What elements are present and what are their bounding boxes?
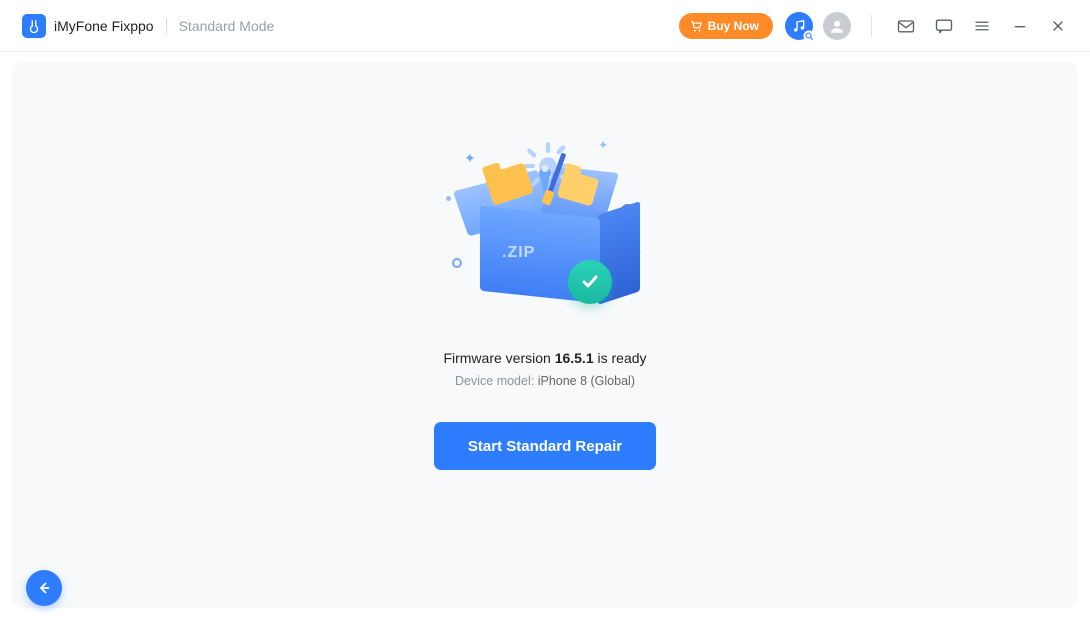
firmware-status-line: Firmware version 16.5.1 is ready bbox=[443, 350, 646, 366]
buy-now-button[interactable]: Buy Now bbox=[679, 13, 773, 39]
toolbar-cluster bbox=[785, 12, 1072, 40]
sparkle-icon: ✦ bbox=[464, 150, 476, 167]
device-model-line: Device model: iPhone 8 (Global) bbox=[455, 374, 635, 388]
app-name: iMyFone Fixppo bbox=[54, 18, 154, 34]
minimize-button[interactable] bbox=[1006, 12, 1034, 40]
content-area: ✦ ✦ ✦ bbox=[0, 52, 1090, 620]
firmware-suffix: is ready bbox=[594, 350, 647, 366]
cart-icon bbox=[689, 19, 703, 33]
check-icon bbox=[578, 270, 602, 294]
user-icon bbox=[828, 17, 846, 35]
toolbar-divider bbox=[871, 15, 872, 37]
search-badge-icon bbox=[803, 30, 815, 42]
title-bar: iMyFone Fixppo Standard Mode Buy Now bbox=[0, 0, 1090, 52]
minimize-icon bbox=[1012, 18, 1028, 34]
chat-icon bbox=[934, 16, 954, 36]
decoration-dot bbox=[446, 196, 451, 201]
app-logo-icon bbox=[22, 14, 46, 38]
app-window: iMyFone Fixppo Standard Mode Buy Now bbox=[0, 0, 1090, 620]
menu-button[interactable] bbox=[968, 12, 996, 40]
firmware-version: 16.5.1 bbox=[555, 350, 594, 366]
sparkle-icon: ✦ bbox=[598, 138, 608, 152]
account-button[interactable] bbox=[823, 12, 851, 40]
feedback-button[interactable] bbox=[930, 12, 958, 40]
decoration-dot bbox=[452, 258, 462, 268]
device-model-label: Device model: bbox=[455, 374, 538, 388]
mail-button[interactable] bbox=[892, 12, 920, 40]
close-button[interactable] bbox=[1044, 12, 1072, 40]
menu-icon bbox=[973, 17, 991, 35]
title-divider bbox=[166, 18, 167, 34]
app-logo-block: iMyFone Fixppo bbox=[22, 14, 154, 38]
success-check-badge bbox=[568, 260, 612, 304]
firmware-box-illustration: ✦ ✦ ✦ bbox=[430, 132, 660, 322]
music-button[interactable] bbox=[785, 12, 813, 40]
mail-icon bbox=[896, 16, 916, 36]
main-panel: ✦ ✦ ✦ bbox=[12, 62, 1078, 608]
device-model-value: iPhone 8 (Global) bbox=[538, 374, 635, 388]
mode-label: Standard Mode bbox=[179, 18, 275, 34]
firmware-prefix: Firmware version bbox=[443, 350, 554, 366]
close-icon bbox=[1050, 18, 1066, 34]
zip-label: .ZIP bbox=[502, 244, 535, 262]
start-standard-repair-button[interactable]: Start Standard Repair bbox=[434, 422, 656, 470]
back-button[interactable] bbox=[26, 570, 62, 606]
arrow-left-icon bbox=[35, 579, 53, 597]
buy-now-label: Buy Now bbox=[708, 19, 759, 33]
